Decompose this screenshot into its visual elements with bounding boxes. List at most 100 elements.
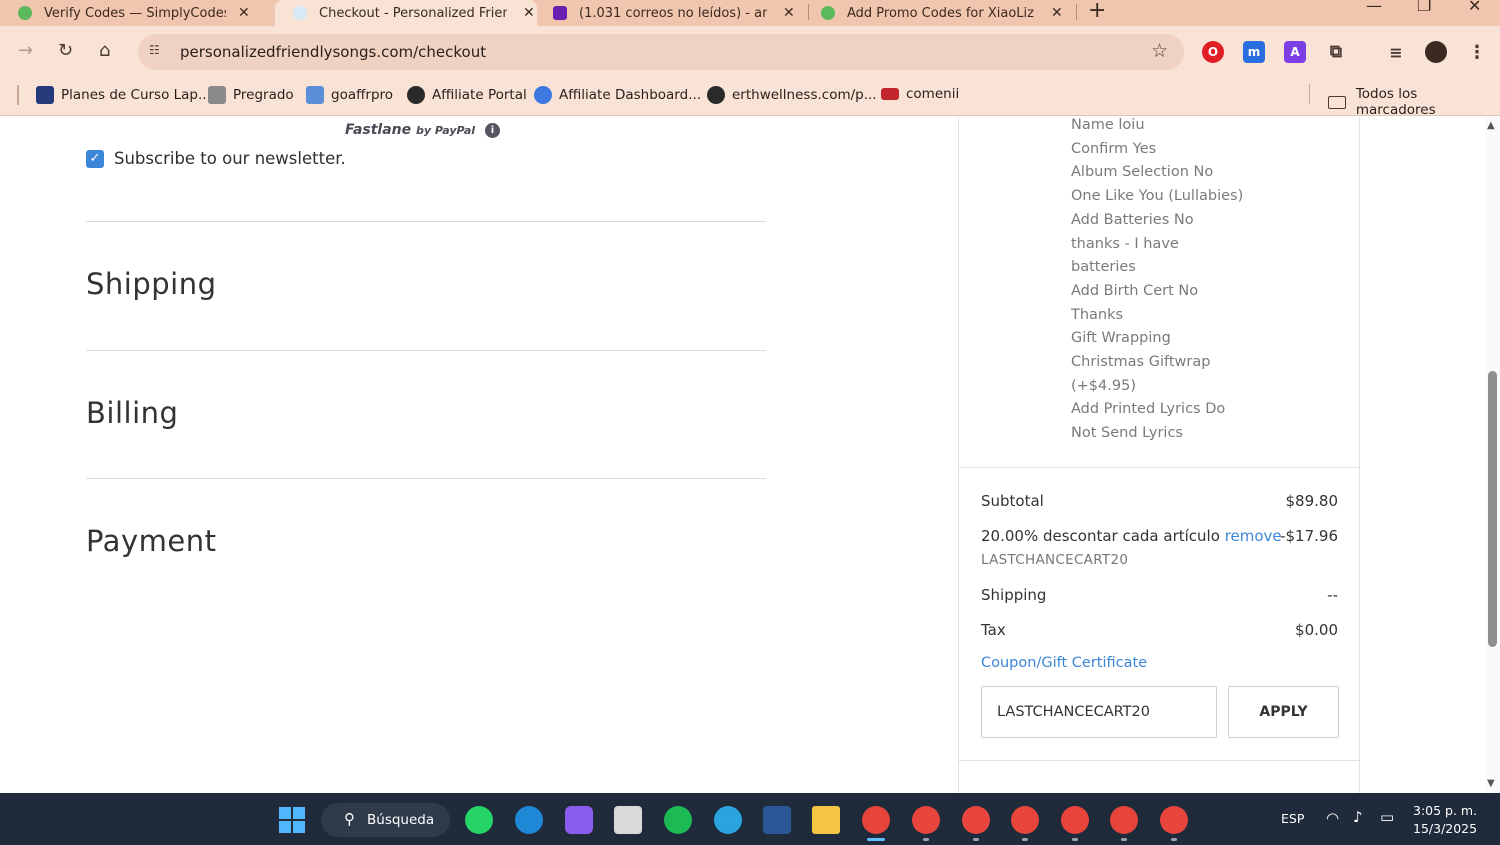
close-tab-icon[interactable]: ✕	[523, 5, 535, 21]
tab-verify-codes[interactable]: Verify Codes — SimplyCodes ✕	[18, 0, 250, 26]
chrome-profile-icon[interactable]	[1160, 806, 1188, 834]
bookmark-planes-de-curso[interactable]: Planes de Curso Lap...	[36, 86, 211, 104]
bookmark-pregrado[interactable]: Pregrado	[208, 86, 294, 104]
text-extension-icon[interactable]: A	[1284, 41, 1306, 63]
newsletter-label[interactable]: Subscribe to our newsletter.	[114, 149, 346, 168]
volume-icon[interactable]: ♪	[1353, 808, 1363, 826]
taskbar-search[interactable]: ⚲ Búsqueda	[321, 803, 450, 837]
new-tab-button[interactable]: +	[1088, 0, 1106, 23]
bookmarks-bar: Planes de Curso Lap... Pregrado goaffrpr…	[0, 78, 1500, 118]
tab-promo-codes[interactable]: Add Promo Codes for XiaoLizi - ✕	[821, 0, 1063, 26]
tax-label: Tax	[981, 621, 1006, 639]
info-icon[interactable]: i	[484, 123, 500, 138]
opera-extension-icon[interactable]: O	[1202, 41, 1224, 63]
mozbar-extension-icon[interactable]: m	[1243, 41, 1265, 63]
scroll-down-arrow-icon[interactable]: ▼	[1487, 778, 1495, 789]
bookmark-label: erthwellness.com/p...	[732, 87, 877, 103]
apply-coupon-button[interactable]: APPLY	[1228, 686, 1339, 738]
snipping-tool-icon[interactable]	[614, 806, 642, 834]
tab-checkout[interactable]: Checkout - Personalized Friendl ✕	[275, 0, 537, 26]
windows-start-icon[interactable]	[279, 807, 305, 833]
extensions-puzzle-icon[interactable]: ⧉	[1325, 41, 1347, 63]
minimize-icon[interactable]: —	[1366, 0, 1382, 15]
close-tab-icon[interactable]: ✕	[783, 5, 795, 21]
waves-icon	[36, 86, 54, 104]
system-clock[interactable]: 3:05 p. m. 15/3/2025	[1413, 802, 1477, 838]
remove-discount-link[interactable]: remove	[1225, 527, 1282, 545]
telegram-icon[interactable]	[714, 806, 742, 834]
profile-avatar[interactable]	[1425, 41, 1447, 63]
fastlane-label: Fastlane	[345, 122, 412, 138]
option-line: Gift Wrapping Christmas Giftwrap (+$4.95…	[1071, 330, 1211, 394]
option-line: Name loiu	[1071, 117, 1145, 133]
billing-section-title[interactable]: Billing	[86, 396, 178, 430]
all-bookmarks-folder[interactable]: Todos los marcadores	[1328, 86, 1500, 118]
shipping-label: Shipping	[981, 586, 1047, 604]
option-line: Album Selection No	[1071, 164, 1214, 181]
restore-icon[interactable]: ❐	[1417, 0, 1431, 15]
tab-title: Checkout - Personalized Friendl	[319, 5, 507, 21]
media-control-icon[interactable]: ≡	[1385, 41, 1407, 63]
comenii-icon	[881, 88, 899, 100]
spotify-icon[interactable]	[664, 806, 692, 834]
tab-separator	[1076, 4, 1077, 20]
bookmark-label: goaffrpro	[331, 87, 394, 103]
payment-section-title[interactable]: Payment	[86, 524, 216, 558]
tab-email[interactable]: (1.031 correos no leídos) - anto ✕	[553, 0, 795, 26]
home-icon[interactable]: ⌂	[99, 40, 110, 61]
bookmark-affiliate-dashboard[interactable]: Affiliate Dashboard...	[534, 86, 701, 104]
fastlane-paypal-badge: Fastlane by PayPal i	[345, 122, 500, 138]
url-text[interactable]: personalizedfriendlysongs.com/checkout	[180, 43, 486, 61]
address-bar[interactable]: ☷ personalizedfriendlysongs.com/checkout…	[138, 34, 1184, 70]
edge-icon[interactable]	[515, 806, 543, 834]
bookmark-comenii[interactable]: comenii	[881, 86, 959, 102]
reload-icon[interactable]: ↻	[58, 40, 73, 61]
battery-icon[interactable]: ▭	[1380, 808, 1394, 826]
shopify-icon	[534, 86, 552, 104]
checkout-page: Fastlane by PayPal i ✓ Subscribe to our …	[0, 117, 1500, 793]
bookmark-affiliate-portal[interactable]: Affiliate Portal	[407, 86, 527, 104]
option-line: Confirm Yes	[1071, 140, 1157, 157]
close-tab-icon[interactable]: ✕	[1051, 5, 1063, 21]
site-settings-icon[interactable]: ☷	[149, 43, 167, 61]
file-explorer-icon[interactable]	[812, 806, 840, 834]
wifi-icon[interactable]: ◠	[1326, 809, 1339, 827]
close-window-icon[interactable]: ✕	[1468, 0, 1481, 15]
chrome-profile-icon[interactable]	[1011, 806, 1039, 834]
bookmark-goaffrpro[interactable]: goaffrpro	[306, 86, 393, 104]
page-scrollbar[interactable]: ▲ ▼	[1485, 117, 1500, 793]
bookmark-erthwellness[interactable]: erthwellness.com/p...	[707, 86, 877, 104]
option-line: Add Batteries No thanks - I have batteri…	[1071, 211, 1194, 276]
chrome-profile-icon[interactable]	[1110, 806, 1138, 834]
coupon-gift-certificate-link[interactable]: Coupon/Gift Certificate	[981, 655, 1147, 671]
chrome-profile-icon[interactable]	[962, 806, 990, 834]
app-indicator	[1171, 838, 1177, 841]
whatsapp-icon[interactable]	[465, 806, 493, 834]
bookmark-divider	[17, 85, 19, 105]
chrome-icon[interactable]	[862, 806, 890, 834]
clock-date: 15/3/2025	[1413, 821, 1478, 836]
close-tab-icon[interactable]: ✕	[238, 5, 250, 21]
newsletter-checkbox[interactable]: ✓	[86, 149, 104, 168]
fastlane-by-paypal: by PayPal	[416, 124, 476, 137]
language-indicator[interactable]: ESP	[1281, 811, 1304, 826]
scroll-up-arrow-icon[interactable]: ▲	[1487, 120, 1495, 131]
chrome-profile-icon[interactable]	[912, 806, 940, 834]
tab-title: (1.031 correos no leídos) - anto	[579, 5, 767, 21]
word-icon[interactable]	[763, 806, 791, 834]
shipping-section-title[interactable]: Shipping	[86, 267, 217, 301]
coupon-code-input[interactable]	[981, 686, 1217, 738]
tax-value: $0.00	[1295, 621, 1338, 639]
forward-icon[interactable]: →	[18, 40, 33, 61]
subtotal-row: Subtotal $89.80	[981, 492, 1338, 510]
bookmark-star-icon[interactable]: ☆	[1151, 40, 1168, 62]
simplycodes-favicon-icon	[821, 6, 835, 20]
bookmark-label: Affiliate Dashboard...	[559, 87, 702, 103]
menu-kebab-icon[interactable]: ⋮	[1466, 41, 1488, 63]
applied-coupon-code: LASTCHANCECART20	[981, 552, 1129, 568]
copilot-icon[interactable]	[565, 806, 593, 834]
chrome-profile-icon[interactable]	[1061, 806, 1089, 834]
windows-taskbar: ⚲ Búsqueda ESP ◠ ♪ ▭ 3:05 p. m. 15/3/202…	[0, 793, 1500, 845]
scrollbar-thumb[interactable]	[1488, 371, 1497, 647]
newsletter-option[interactable]: ✓ Subscribe to our newsletter.	[86, 149, 346, 168]
